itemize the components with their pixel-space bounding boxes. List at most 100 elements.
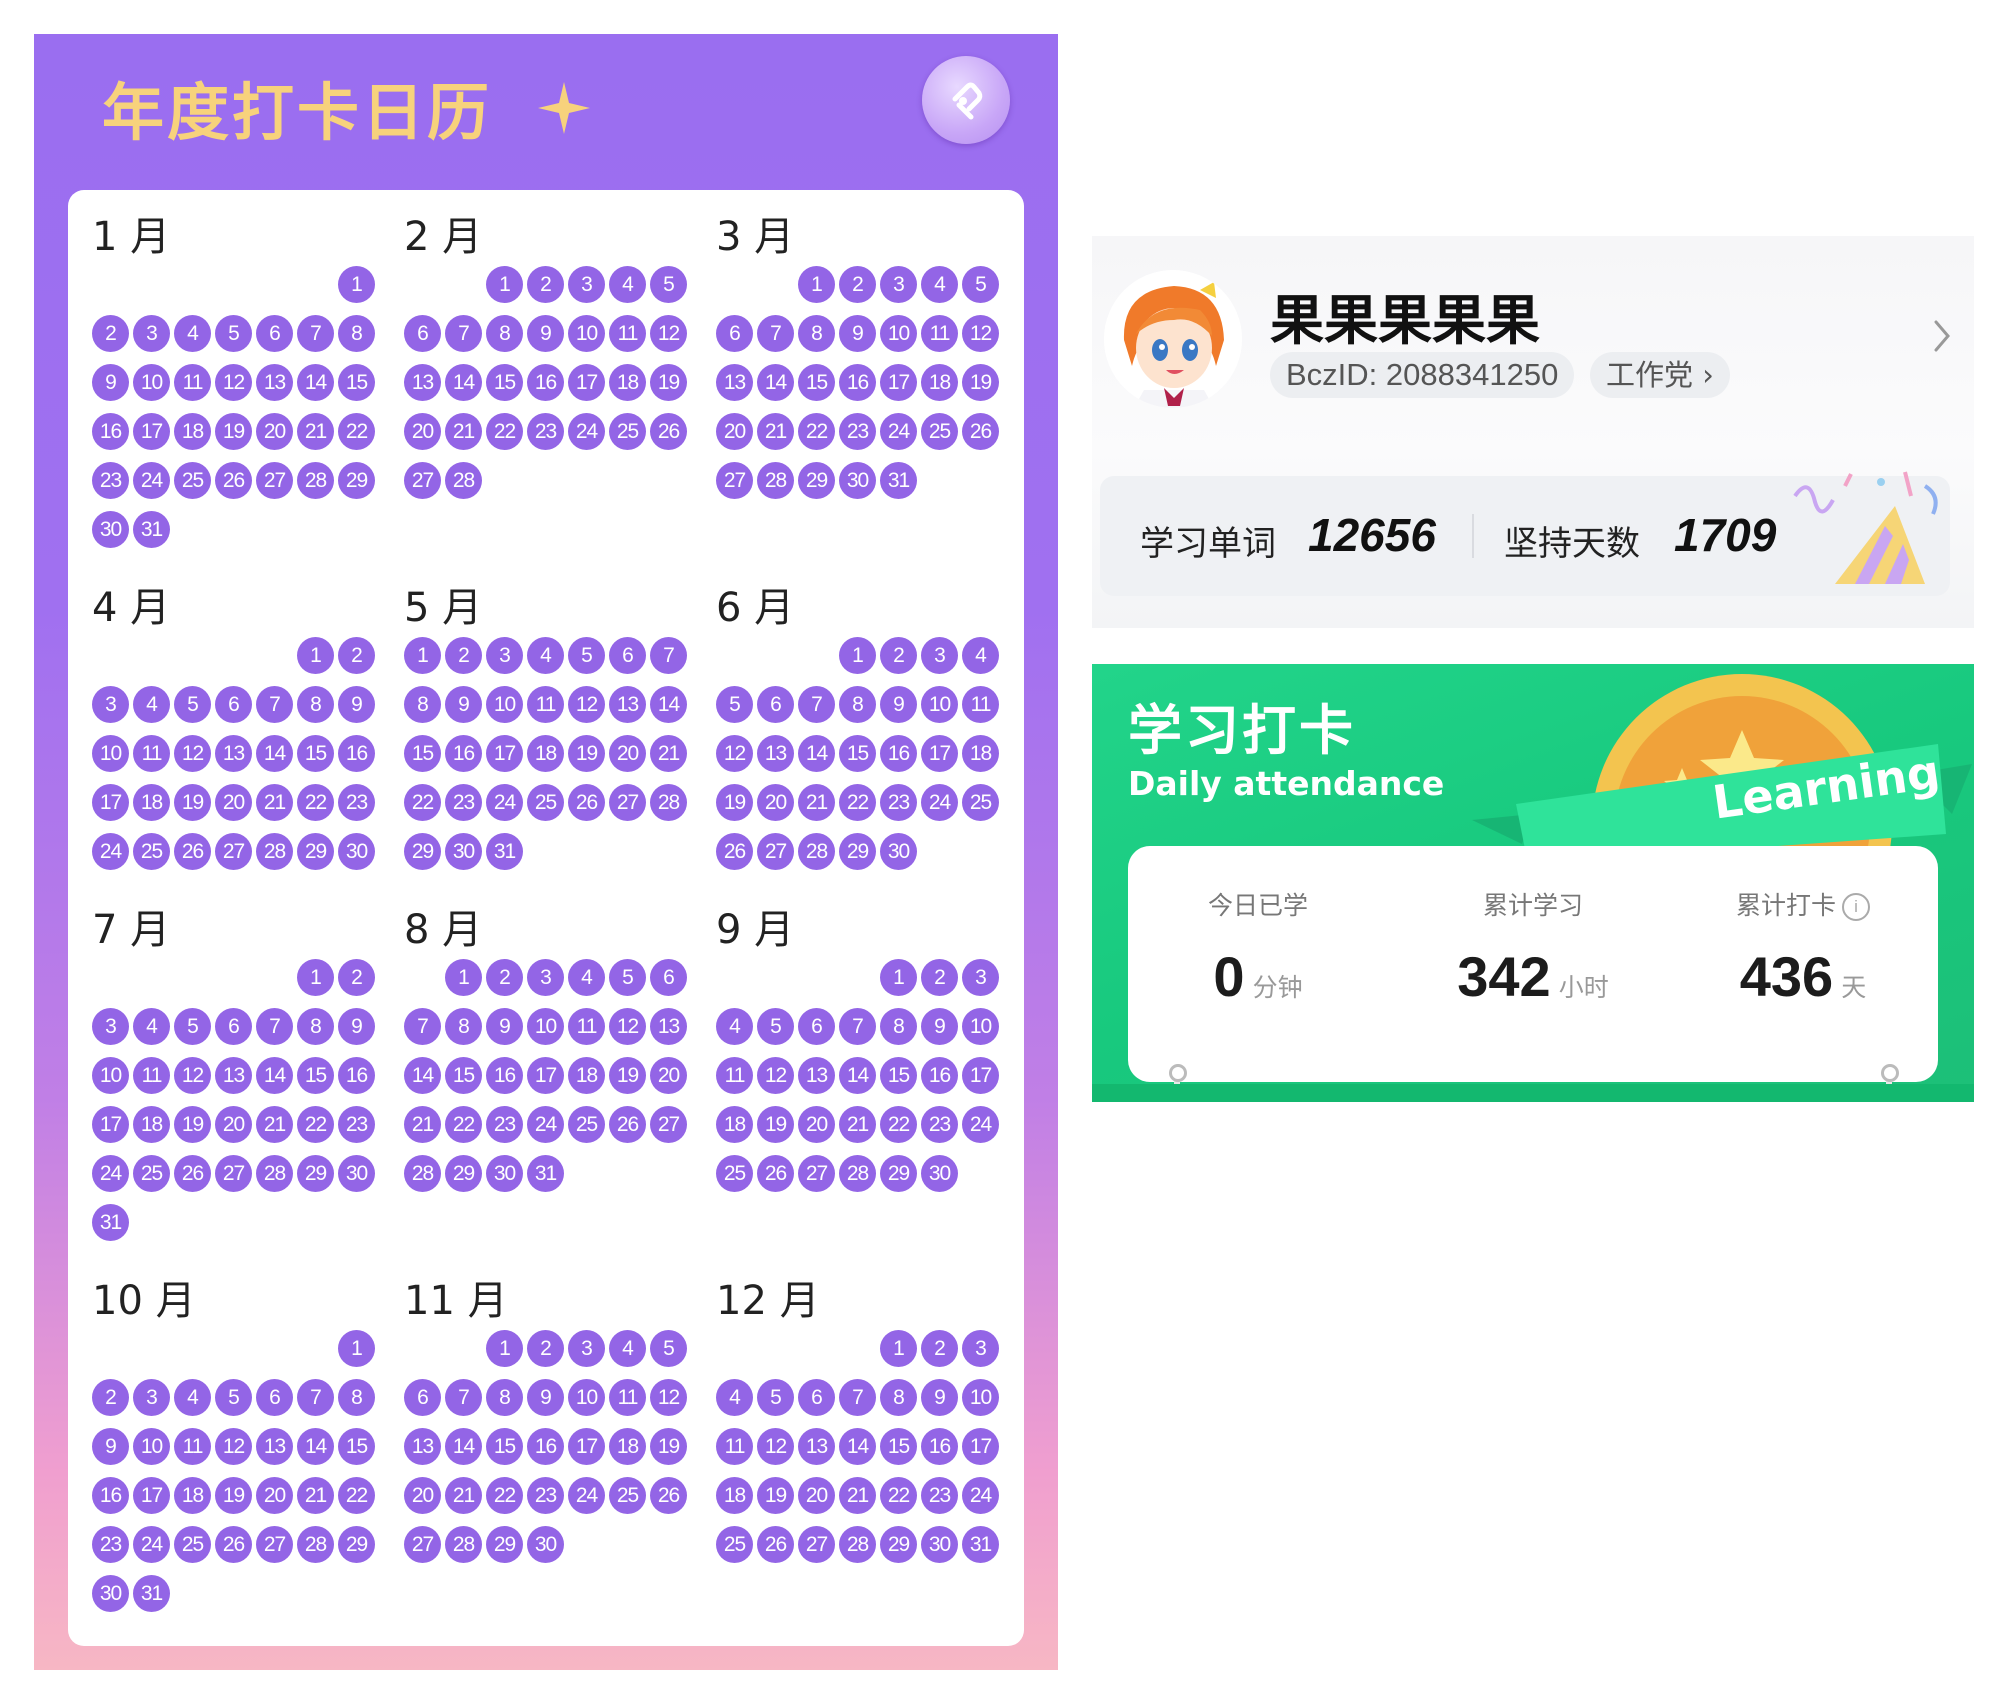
checked-day[interactable]: 8 (445, 1008, 482, 1045)
checked-day[interactable]: 2 (527, 1330, 564, 1367)
checked-day[interactable]: 27 (798, 1526, 835, 1563)
checked-day[interactable]: 14 (256, 735, 293, 772)
checked-day[interactable]: 25 (716, 1155, 753, 1192)
checked-day[interactable]: 31 (133, 1575, 170, 1612)
checked-day[interactable]: 31 (962, 1526, 999, 1563)
share-button[interactable] (922, 56, 1010, 144)
checked-day[interactable]: 27 (215, 833, 252, 870)
checked-day[interactable]: 25 (609, 1477, 646, 1514)
checked-day[interactable]: 3 (568, 1330, 605, 1367)
checked-day[interactable]: 11 (609, 1379, 646, 1416)
checked-day[interactable]: 5 (215, 1379, 252, 1416)
checked-day[interactable]: 30 (486, 1155, 523, 1192)
checked-day[interactable]: 27 (215, 1155, 252, 1192)
checked-day[interactable]: 10 (568, 1379, 605, 1416)
checked-day[interactable]: 26 (174, 1155, 211, 1192)
checked-day[interactable]: 31 (92, 1204, 129, 1241)
checked-day[interactable]: 18 (609, 1428, 646, 1465)
checked-day[interactable]: 5 (174, 1008, 211, 1045)
checked-day[interactable]: 25 (609, 413, 646, 450)
checked-day[interactable]: 10 (486, 686, 523, 723)
checked-day[interactable]: 14 (839, 1428, 876, 1465)
checked-day[interactable]: 9 (486, 1008, 523, 1045)
checked-day[interactable]: 27 (757, 833, 794, 870)
checked-day[interactable]: 9 (527, 1379, 564, 1416)
checked-day[interactable]: 8 (297, 1008, 334, 1045)
checked-day[interactable]: 23 (486, 1106, 523, 1143)
checked-day[interactable]: 2 (338, 637, 375, 674)
checked-day[interactable]: 18 (527, 735, 564, 772)
checked-day[interactable]: 6 (215, 686, 252, 723)
checked-day[interactable]: 20 (609, 735, 646, 772)
checked-day[interactable]: 14 (297, 364, 334, 401)
checked-day[interactable]: 19 (757, 1477, 794, 1514)
checked-day[interactable]: 22 (297, 1106, 334, 1143)
checked-day[interactable]: 4 (716, 1008, 753, 1045)
checked-day[interactable]: 26 (215, 462, 252, 499)
checked-day[interactable]: 29 (839, 833, 876, 870)
checked-day[interactable]: 8 (338, 315, 375, 352)
checked-day[interactable]: 7 (798, 686, 835, 723)
checked-day[interactable]: 24 (92, 1155, 129, 1192)
checked-day[interactable]: 17 (962, 1428, 999, 1465)
checked-day[interactable]: 8 (486, 1379, 523, 1416)
checked-day[interactable]: 23 (527, 413, 564, 450)
checked-day[interactable]: 15 (486, 1428, 523, 1465)
checked-day[interactable]: 18 (133, 784, 170, 821)
checked-day[interactable]: 28 (839, 1526, 876, 1563)
checked-day[interactable]: 4 (609, 266, 646, 303)
checked-day[interactable]: 2 (92, 315, 129, 352)
checked-day[interactable]: 11 (921, 315, 958, 352)
checked-day[interactable]: 30 (445, 833, 482, 870)
checked-day[interactable]: 15 (880, 1057, 917, 1094)
checked-day[interactable]: 1 (880, 959, 917, 996)
checked-day[interactable]: 8 (798, 315, 835, 352)
checked-day[interactable]: 20 (256, 1477, 293, 1514)
checked-day[interactable]: 25 (962, 784, 999, 821)
checked-day[interactable]: 23 (92, 462, 129, 499)
checked-day[interactable]: 1 (798, 266, 835, 303)
checked-day[interactable]: 4 (174, 315, 211, 352)
checked-day[interactable]: 26 (757, 1526, 794, 1563)
checked-day[interactable]: 19 (174, 784, 211, 821)
checked-day[interactable]: 18 (921, 364, 958, 401)
checked-day[interactable]: 22 (486, 413, 523, 450)
checked-day[interactable]: 5 (609, 959, 646, 996)
checked-day[interactable]: 30 (921, 1155, 958, 1192)
checked-day[interactable]: 21 (256, 784, 293, 821)
checked-day[interactable]: 2 (839, 266, 876, 303)
checked-day[interactable]: 25 (133, 833, 170, 870)
checked-day[interactable]: 3 (880, 266, 917, 303)
checked-day[interactable]: 19 (609, 1057, 646, 1094)
checked-day[interactable]: 10 (921, 686, 958, 723)
checked-day[interactable]: 11 (133, 1057, 170, 1094)
checked-day[interactable]: 7 (256, 1008, 293, 1045)
checked-day[interactable]: 7 (445, 315, 482, 352)
checked-day[interactable]: 16 (921, 1428, 958, 1465)
checked-day[interactable]: 15 (404, 735, 441, 772)
checked-day[interactable]: 23 (445, 784, 482, 821)
checked-day[interactable]: 20 (650, 1057, 687, 1094)
checked-day[interactable]: 13 (256, 364, 293, 401)
info-icon[interactable]: i (1842, 893, 1870, 921)
checked-day[interactable]: 6 (798, 1379, 835, 1416)
checked-day[interactable]: 6 (256, 1379, 293, 1416)
checked-day[interactable]: 23 (338, 1106, 375, 1143)
checked-day[interactable]: 12 (757, 1428, 794, 1465)
checked-day[interactable]: 30 (338, 833, 375, 870)
checked-day[interactable]: 7 (757, 315, 794, 352)
checked-day[interactable]: 29 (338, 1526, 375, 1563)
checked-day[interactable]: 14 (839, 1057, 876, 1094)
checked-day[interactable]: 9 (839, 315, 876, 352)
checked-day[interactable]: 24 (568, 1477, 605, 1514)
checked-day[interactable]: 20 (256, 413, 293, 450)
checked-day[interactable]: 25 (716, 1526, 753, 1563)
checked-day[interactable]: 3 (92, 1008, 129, 1045)
checked-day[interactable]: 4 (133, 686, 170, 723)
checked-day[interactable]: 7 (839, 1379, 876, 1416)
checked-day[interactable]: 19 (650, 364, 687, 401)
checked-day[interactable]: 30 (92, 511, 129, 548)
checked-day[interactable]: 28 (757, 462, 794, 499)
checked-day[interactable]: 11 (962, 686, 999, 723)
checked-day[interactable]: 24 (962, 1477, 999, 1514)
